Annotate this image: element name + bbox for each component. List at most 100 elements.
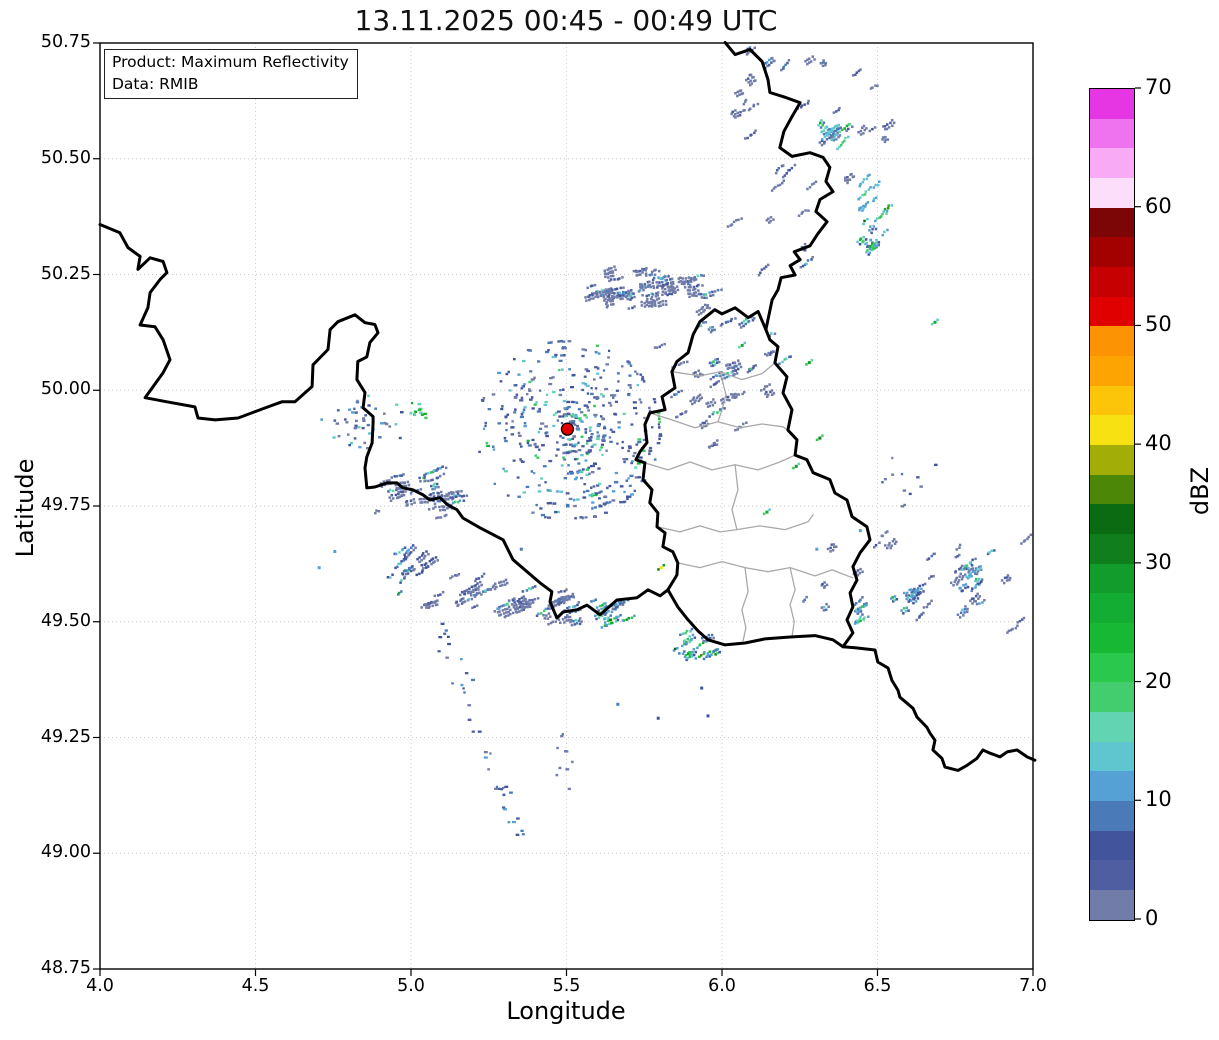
- echo-pixel: [354, 437, 357, 439]
- echo-pixel: [568, 368, 571, 370]
- echo-pixel: [547, 607, 550, 610]
- echo-pixel: [867, 616, 870, 619]
- echo-pixel: [442, 591, 445, 594]
- echo-pixel: [602, 438, 605, 440]
- echo-pixel: [478, 585, 481, 588]
- echo-pixel: [504, 608, 507, 611]
- echo-pixel: [714, 401, 717, 404]
- echo-pixel: [1006, 579, 1009, 582]
- echo-pixel: [753, 317, 756, 320]
- echo-pixel: [623, 619, 626, 622]
- echo-pixel: [511, 433, 514, 435]
- echo-pixel: [771, 389, 774, 392]
- echo-pixel: [826, 126, 829, 129]
- echo-pixel: [625, 291, 628, 294]
- echo-pixel: [957, 614, 960, 617]
- echo-pixel: [542, 614, 545, 617]
- echo-pixel: [396, 566, 399, 569]
- colorbar-band: [1090, 742, 1134, 772]
- echo-pixel: [665, 303, 668, 306]
- echo-pixel: [862, 223, 865, 226]
- echo-pixel: [825, 603, 828, 606]
- echo-pixel: [622, 441, 624, 443]
- echo-pixel: [395, 494, 398, 497]
- echo-pixel: [960, 612, 963, 615]
- echo-pixel: [545, 614, 548, 617]
- echo-pixel: [966, 608, 969, 611]
- echo-pixel: [859, 599, 862, 602]
- echo-pixel: [658, 281, 661, 284]
- echo-pixel: [577, 472, 580, 475]
- echo-pixel: [486, 442, 489, 445]
- echo-pixel: [459, 594, 462, 597]
- echo-pixel: [588, 437, 591, 439]
- echo-pixel: [555, 454, 557, 456]
- echo-pixel: [424, 501, 427, 504]
- echo-pixel: [928, 557, 931, 560]
- echo-pixel: [489, 588, 492, 591]
- echo-pixel: [878, 542, 881, 545]
- echo-pixel: [582, 496, 586, 498]
- echo-pixel: [849, 179, 852, 182]
- echo-pixel: [570, 472, 574, 474]
- echo-pixel: [750, 74, 753, 77]
- echo-pixel: [583, 491, 586, 494]
- echo-pixel: [578, 417, 582, 419]
- echo-pixel: [811, 359, 814, 362]
- echo-pixel: [958, 579, 961, 582]
- echo-pixel: [611, 289, 614, 292]
- echo-pixel: [619, 501, 623, 503]
- echo-pixel: [562, 437, 565, 439]
- echo-pixel: [564, 444, 567, 446]
- echo-pixel: [754, 79, 757, 82]
- echo-pixel: [641, 294, 644, 297]
- echo-pixel: [635, 444, 638, 446]
- echo-pixel: [711, 634, 714, 637]
- echo-pixel: [533, 472, 535, 474]
- x-tick-label: 5.0: [383, 976, 439, 996]
- echo-pixel: [337, 409, 340, 411]
- echo-pixel: [874, 243, 877, 246]
- echo-pixel: [853, 175, 856, 178]
- echo-pixel: [686, 657, 689, 660]
- echo-pixel: [1004, 577, 1007, 580]
- echo-pixel: [506, 414, 509, 416]
- echo-pixel: [685, 281, 688, 284]
- echo-pixel: [481, 575, 484, 578]
- echo-pixel: [627, 394, 630, 396]
- echo-pixel: [601, 626, 604, 629]
- echo-pixel: [584, 428, 587, 430]
- echo-pixel: [532, 586, 535, 589]
- echo-pixel: [979, 595, 982, 598]
- echo-pixel: [355, 411, 358, 413]
- echo-pixel: [409, 412, 412, 414]
- echo-pixel: [740, 366, 743, 369]
- echo-pixel: [821, 606, 824, 609]
- echo-pixel: [621, 447, 624, 449]
- echo-pixel: [861, 194, 864, 197]
- echo-pixel: [447, 636, 450, 638]
- echo-pixel: [622, 291, 625, 294]
- echo-pixel: [626, 360, 629, 362]
- echo-pixel: [694, 291, 697, 294]
- echo-pixel: [422, 552, 425, 555]
- echo-pixel: [447, 643, 451, 645]
- echo-pixel: [700, 325, 703, 328]
- echo-pixel: [684, 286, 687, 289]
- echo-pixel: [882, 136, 885, 139]
- echo-pixel: [505, 579, 508, 582]
- echo-pixel: [618, 426, 621, 428]
- echo-pixel: [869, 130, 872, 133]
- echo-pixel: [710, 378, 713, 381]
- echo-pixel: [771, 57, 774, 60]
- echo-pixel: [691, 651, 694, 654]
- echo-pixel: [604, 272, 607, 275]
- echo-pixel: [389, 496, 392, 499]
- echo-pixel: [659, 277, 662, 280]
- echo-pixel: [396, 497, 399, 500]
- echo-pixel: [531, 512, 534, 514]
- echo-pixel: [858, 610, 861, 613]
- echo-pixel: [621, 276, 624, 279]
- echo-pixel: [563, 341, 566, 343]
- echo-pixel: [819, 122, 822, 125]
